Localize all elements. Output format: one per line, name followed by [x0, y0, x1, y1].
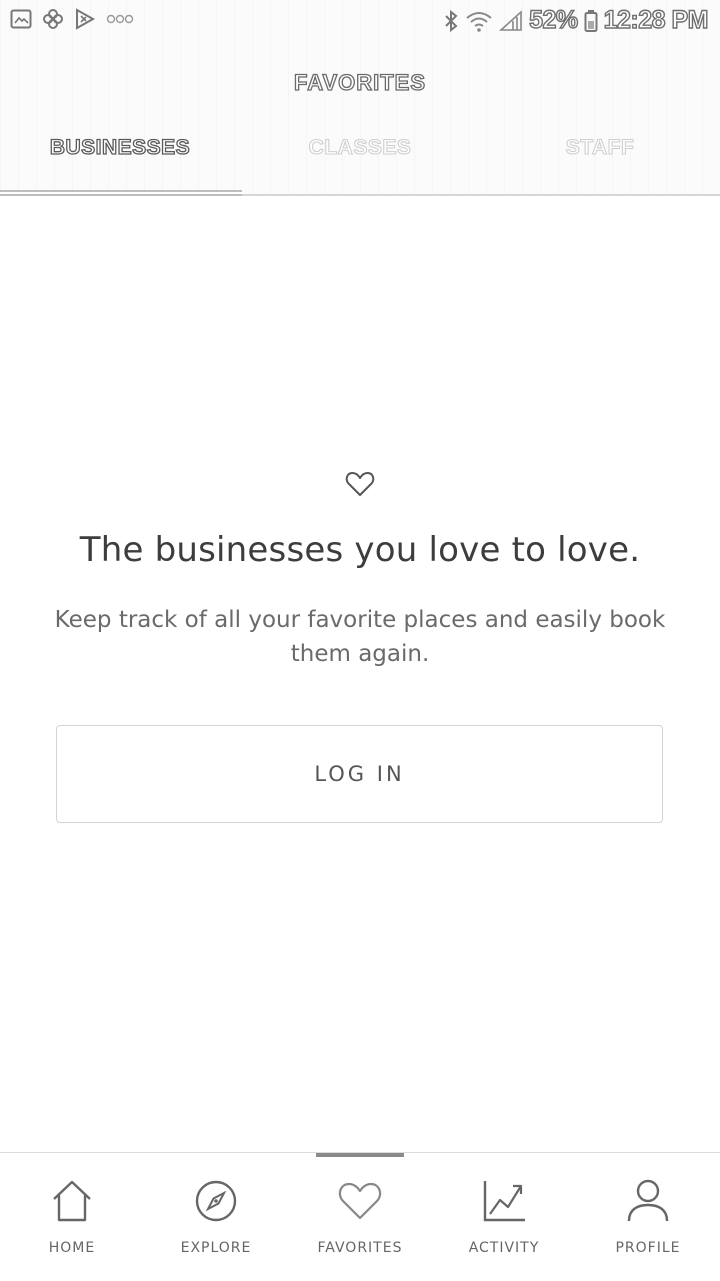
nav-home[interactable]: HOME — [0, 1176, 144, 1256]
tab-staff[interactable]: STAFF — [480, 135, 720, 176]
clock: 12:28 PM — [603, 5, 709, 34]
nav-favorites-label: FAVORITES — [317, 1240, 403, 1256]
nav-active-indicator — [316, 1153, 404, 1157]
play-store-icon — [74, 8, 96, 30]
page-title: FAVORITES — [293, 69, 427, 95]
activity-chart-icon — [432, 1176, 576, 1226]
wifi-icon — [465, 9, 493, 33]
tab-businesses[interactable]: BUSINESSES — [0, 135, 240, 176]
person-icon — [576, 1176, 720, 1226]
tab-classes[interactable]: CLASSES — [240, 135, 480, 176]
bluetooth-icon — [443, 9, 459, 33]
nav-activity[interactable]: ACTIVITY — [432, 1176, 576, 1256]
active-tab-indicator — [0, 190, 242, 196]
more-dots-icon — [106, 13, 134, 25]
favorites-tabs: BUSINESSES CLASSES STAFF — [0, 135, 720, 176]
battery-percent: 52% — [528, 5, 578, 34]
nav-home-label: HOME — [48, 1240, 96, 1256]
home-icon — [0, 1176, 144, 1226]
login-button[interactable]: LOG IN — [56, 725, 663, 823]
compass-icon — [144, 1176, 288, 1226]
heart-icon — [288, 1176, 432, 1226]
nav-favorites[interactable]: FAVORITES — [288, 1176, 432, 1256]
empty-state-headline: The businesses you love to love. — [79, 530, 641, 570]
nav-profile[interactable]: PROFILE — [576, 1176, 720, 1256]
nav-activity-label: ACTIVITY — [468, 1240, 540, 1256]
battery-icon — [584, 9, 598, 33]
nav-explore[interactable]: EXPLORE — [144, 1176, 288, 1256]
signal-icon — [499, 9, 523, 32]
pinwheel-icon — [42, 8, 64, 30]
status-bar: 52% 12:28 PM — [0, 0, 720, 42]
nav-explore-label: EXPLORE — [180, 1240, 252, 1256]
gallery-icon — [10, 9, 32, 29]
heart-outline-icon — [345, 470, 375, 498]
empty-state-description: Keep track of all your favorite places a… — [54, 607, 666, 667]
nav-profile-label: PROFILE — [615, 1240, 681, 1256]
